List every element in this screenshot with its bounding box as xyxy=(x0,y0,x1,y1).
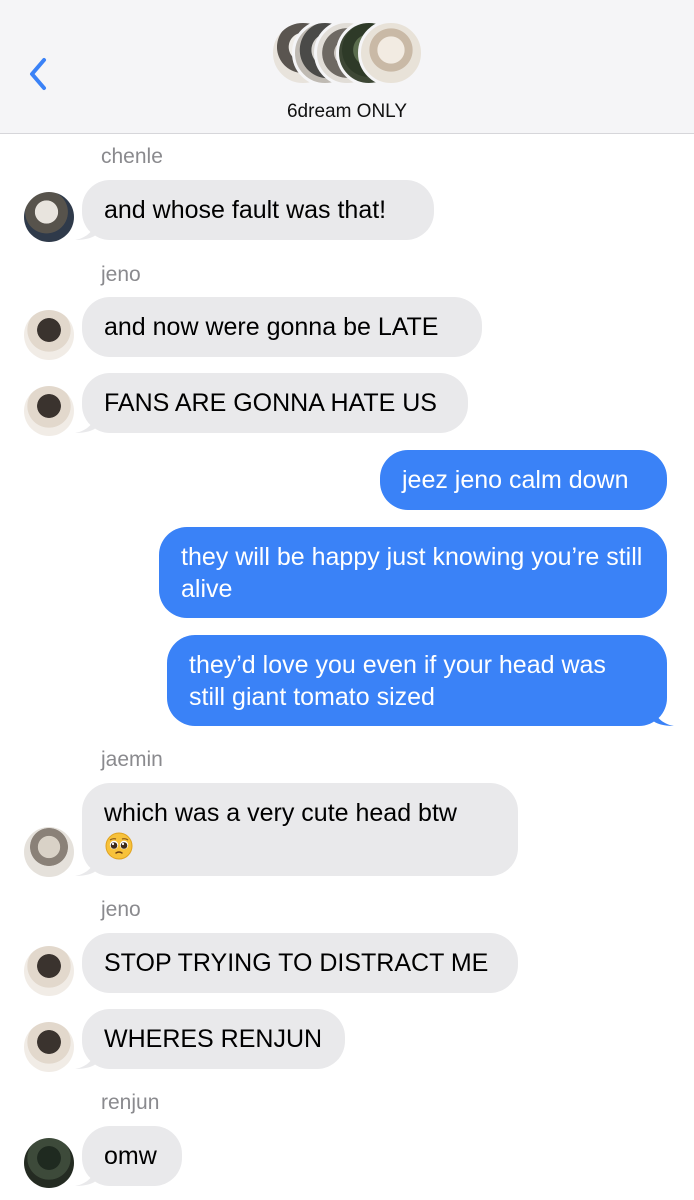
message-text: they’d love you even if your head was st… xyxy=(189,651,606,711)
bubble-tail-icon xyxy=(652,704,674,726)
avatar[interactable] xyxy=(24,1138,74,1188)
avatar[interactable] xyxy=(24,827,74,877)
message-bubble[interactable]: and now were gonna be LATE xyxy=(82,297,482,357)
avatar[interactable] xyxy=(24,1022,74,1072)
sender-name: chenle xyxy=(101,145,163,168)
back-button[interactable] xyxy=(22,50,58,98)
sender-name: jaemin xyxy=(101,748,163,771)
message-text: and whose fault was that! xyxy=(104,196,387,224)
message-text: and now were gonna be LATE xyxy=(104,313,439,341)
avatar[interactable] xyxy=(24,192,74,242)
group-member-avatar xyxy=(358,20,424,86)
avatar[interactable] xyxy=(24,946,74,996)
bubble-tail-icon xyxy=(75,1047,97,1069)
message-bubble[interactable]: WHERES RENJUN xyxy=(75,1009,345,1069)
bubble-tail-icon xyxy=(75,411,97,433)
message-text: FANS ARE GONNA HATE US xyxy=(104,389,437,417)
message-text: they will be happy just knowing you’re s… xyxy=(181,543,643,603)
chat-header: 6dream ONLY xyxy=(0,0,694,134)
message-bubble-outgoing[interactable]: jeez jeno calm down xyxy=(380,450,667,510)
chat-title[interactable]: 6dream ONLY xyxy=(0,101,694,123)
message-bubble[interactable]: FANS ARE GONNA HATE US xyxy=(75,373,468,433)
pleading-face-emoji-icon xyxy=(105,832,133,860)
message-bubble[interactable]: STOP TRYING TO DISTRACT ME xyxy=(82,933,518,993)
message-bubble-outgoing[interactable]: they will be happy just knowing you’re s… xyxy=(159,527,667,618)
sender-name: jeno xyxy=(101,263,141,286)
message-bubble-outgoing[interactable]: they’d love you even if your head was st… xyxy=(167,635,674,726)
sender-name: jeno xyxy=(101,898,141,921)
message-text: omw xyxy=(104,1142,157,1170)
sender-name: renjun xyxy=(101,1091,160,1114)
avatar[interactable] xyxy=(24,310,74,360)
message-bubble[interactable]: omw xyxy=(75,1126,182,1186)
bubble-tail-icon xyxy=(75,1164,97,1186)
message-text: STOP TRYING TO DISTRACT ME xyxy=(104,949,489,977)
chevron-left-icon xyxy=(30,58,46,90)
bubble-tail-icon xyxy=(75,218,97,240)
message-text: which was a very cute head btw xyxy=(104,799,457,827)
bubble-tail-icon xyxy=(75,854,97,876)
group-avatar-stack[interactable] xyxy=(270,20,426,92)
message-text: WHERES RENJUN xyxy=(104,1025,323,1053)
message-bubble[interactable]: which was a very cute head btw xyxy=(75,783,518,876)
message-text: jeez jeno calm down xyxy=(402,466,629,494)
avatar[interactable] xyxy=(24,386,74,436)
message-bubble[interactable]: and whose fault was that! xyxy=(75,180,434,240)
